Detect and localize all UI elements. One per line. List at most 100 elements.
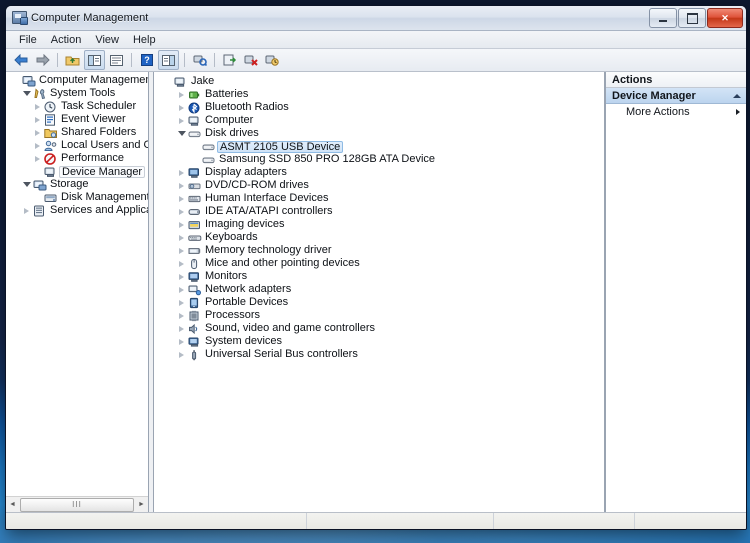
menu-item-file[interactable]: File	[12, 33, 44, 47]
chevron-right-icon[interactable]	[176, 296, 187, 309]
actions-group-device-manager[interactable]: Device Manager	[606, 88, 746, 104]
back-icon[interactable]	[12, 51, 31, 69]
chevron-right-icon[interactable]	[176, 244, 187, 257]
tree-row[interactable]: Processors	[154, 309, 604, 322]
console-tree-horizontal-scrollbar[interactable]: ◄ III ►	[6, 496, 148, 512]
properties-icon[interactable]	[107, 51, 126, 69]
collapse-triangle-icon[interactable]	[733, 93, 741, 98]
uninstall-device-icon[interactable]	[262, 51, 281, 69]
actions-header: Actions	[606, 72, 746, 88]
tree-row[interactable]: Human Interface Devices	[154, 192, 604, 205]
tree-row[interactable]: Storage	[6, 178, 148, 191]
tree-row[interactable]: Samsung SSD 850 PRO 128GB ATA Device	[154, 153, 604, 166]
chevron-down-icon[interactable]	[176, 127, 187, 140]
chevron-right-icon[interactable]	[21, 204, 32, 217]
chevron-right-icon[interactable]	[176, 192, 187, 205]
tree-row[interactable]: Disk Management	[6, 191, 148, 204]
tree-row-label: Disk Management	[61, 191, 148, 203]
status-segment-4	[635, 513, 746, 529]
chevron-down-icon[interactable]	[21, 178, 32, 191]
scan-for-hardware-changes-icon[interactable]	[190, 51, 209, 69]
tree-row[interactable]: Jake	[154, 75, 604, 88]
chevron-right-icon[interactable]	[176, 218, 187, 231]
chevron-right-icon[interactable]	[32, 100, 43, 113]
tree-row[interactable]: Local Users and Groups	[6, 139, 148, 152]
tree-row[interactable]: Memory technology driver	[154, 244, 604, 257]
tree-row[interactable]: Computer	[154, 114, 604, 127]
chevron-right-icon[interactable]	[32, 152, 43, 165]
status-segment-3	[494, 513, 635, 529]
chevron-right-icon[interactable]	[176, 283, 187, 296]
chevron-right-icon[interactable]	[176, 335, 187, 348]
chevron-right-icon[interactable]	[32, 126, 43, 139]
tree-row-label: Display adapters	[205, 166, 287, 178]
window-body: Computer Management (LocalSystem ToolsTa…	[6, 72, 746, 512]
forward-icon[interactable]	[33, 51, 52, 69]
tree-row[interactable]: Services and Applications	[6, 204, 148, 217]
up-one-level-icon[interactable]	[63, 51, 82, 69]
tree-row-label: Computer	[205, 114, 254, 126]
tree-row[interactable]: DVD/CD-ROM drives	[154, 179, 604, 192]
chevron-right-icon[interactable]	[176, 179, 187, 192]
tree-row[interactable]: IDE ATA/ATAPI controllers	[154, 205, 604, 218]
scroll-left-arrow[interactable]: ◄	[6, 498, 19, 511]
update-driver-icon[interactable]	[220, 51, 239, 69]
tree-row[interactable]: Universal Serial Bus controllers	[154, 348, 604, 361]
show-hide-action-pane-icon[interactable]	[158, 50, 179, 70]
chevron-right-icon[interactable]	[176, 309, 187, 322]
chevron-right-icon[interactable]	[32, 139, 43, 152]
tree-row[interactable]: Shared Folders	[6, 126, 148, 139]
chevron-right-icon[interactable]	[176, 257, 187, 270]
minimize-button[interactable]	[649, 8, 677, 28]
tree-row-label: System Tools	[50, 87, 116, 99]
menu-item-action[interactable]: Action	[44, 33, 89, 47]
chevron-right-icon[interactable]	[176, 231, 187, 244]
chevron-right-icon[interactable]	[176, 88, 187, 101]
menu-item-view[interactable]: View	[88, 33, 126, 47]
tree-row[interactable]: Portable Devices	[154, 296, 604, 309]
status-segment-2	[307, 513, 494, 529]
chevron-right-icon[interactable]	[176, 348, 187, 361]
chevron-down-icon[interactable]	[21, 87, 32, 100]
tree-row[interactable]: Display adapters	[154, 166, 604, 179]
imaging-device-icon	[187, 218, 202, 231]
tree-row[interactable]: Batteries	[154, 88, 604, 101]
menu-item-help[interactable]: Help	[126, 33, 163, 47]
tree-row[interactable]: Imaging devices	[154, 218, 604, 231]
computer-icon	[173, 75, 188, 88]
chevron-right-icon[interactable]	[176, 205, 187, 218]
tree-row-label: Shared Folders	[61, 126, 137, 138]
chevron-right-icon[interactable]	[32, 113, 43, 126]
scroll-thumb[interactable]: III	[20, 497, 134, 512]
chevron-right-icon[interactable]	[176, 322, 187, 335]
tree-row[interactable]: System Tools	[6, 87, 148, 100]
action-item-more-actions[interactable]: More Actions	[606, 104, 746, 119]
maximize-button[interactable]	[678, 8, 706, 28]
tree-row[interactable]: Monitors	[154, 270, 604, 283]
tree-row[interactable]: System devices	[154, 335, 604, 348]
tree-row-label: Keyboards	[205, 231, 258, 243]
tree-row[interactable]: Computer Management (Local	[6, 74, 148, 87]
chevron-right-icon[interactable]	[176, 101, 187, 114]
show-hide-console-tree-icon[interactable]	[84, 50, 105, 70]
window-title-bar[interactable]: Computer Management ✕	[6, 6, 746, 31]
chevron-right-icon[interactable]	[176, 270, 187, 283]
scroll-right-arrow[interactable]: ►	[135, 498, 148, 511]
chevron-right-icon[interactable]	[176, 114, 187, 127]
tree-row[interactable]: Performance	[6, 152, 148, 165]
tree-row[interactable]: Device Manager	[6, 165, 148, 178]
tree-row-label: Network adapters	[205, 283, 292, 295]
tree-row[interactable]: Event Viewer	[6, 113, 148, 126]
disable-device-icon[interactable]	[241, 51, 260, 69]
tree-row[interactable]: ASMT 2105 USB Device	[154, 140, 604, 153]
tree-row[interactable]: Mice and other pointing devices	[154, 257, 604, 270]
close-button[interactable]: ✕	[707, 8, 743, 28]
tree-row[interactable]: Bluetooth Radios	[154, 101, 604, 114]
tree-row[interactable]: Sound, video and game controllers	[154, 322, 604, 335]
tree-row[interactable]: Task Scheduler	[6, 100, 148, 113]
tree-row[interactable]: Network adapters	[154, 283, 604, 296]
help-icon[interactable]: ?	[137, 51, 156, 69]
tree-row[interactable]: Keyboards	[154, 231, 604, 244]
tree-row[interactable]: Disk drives	[154, 127, 604, 140]
chevron-right-icon[interactable]	[176, 166, 187, 179]
